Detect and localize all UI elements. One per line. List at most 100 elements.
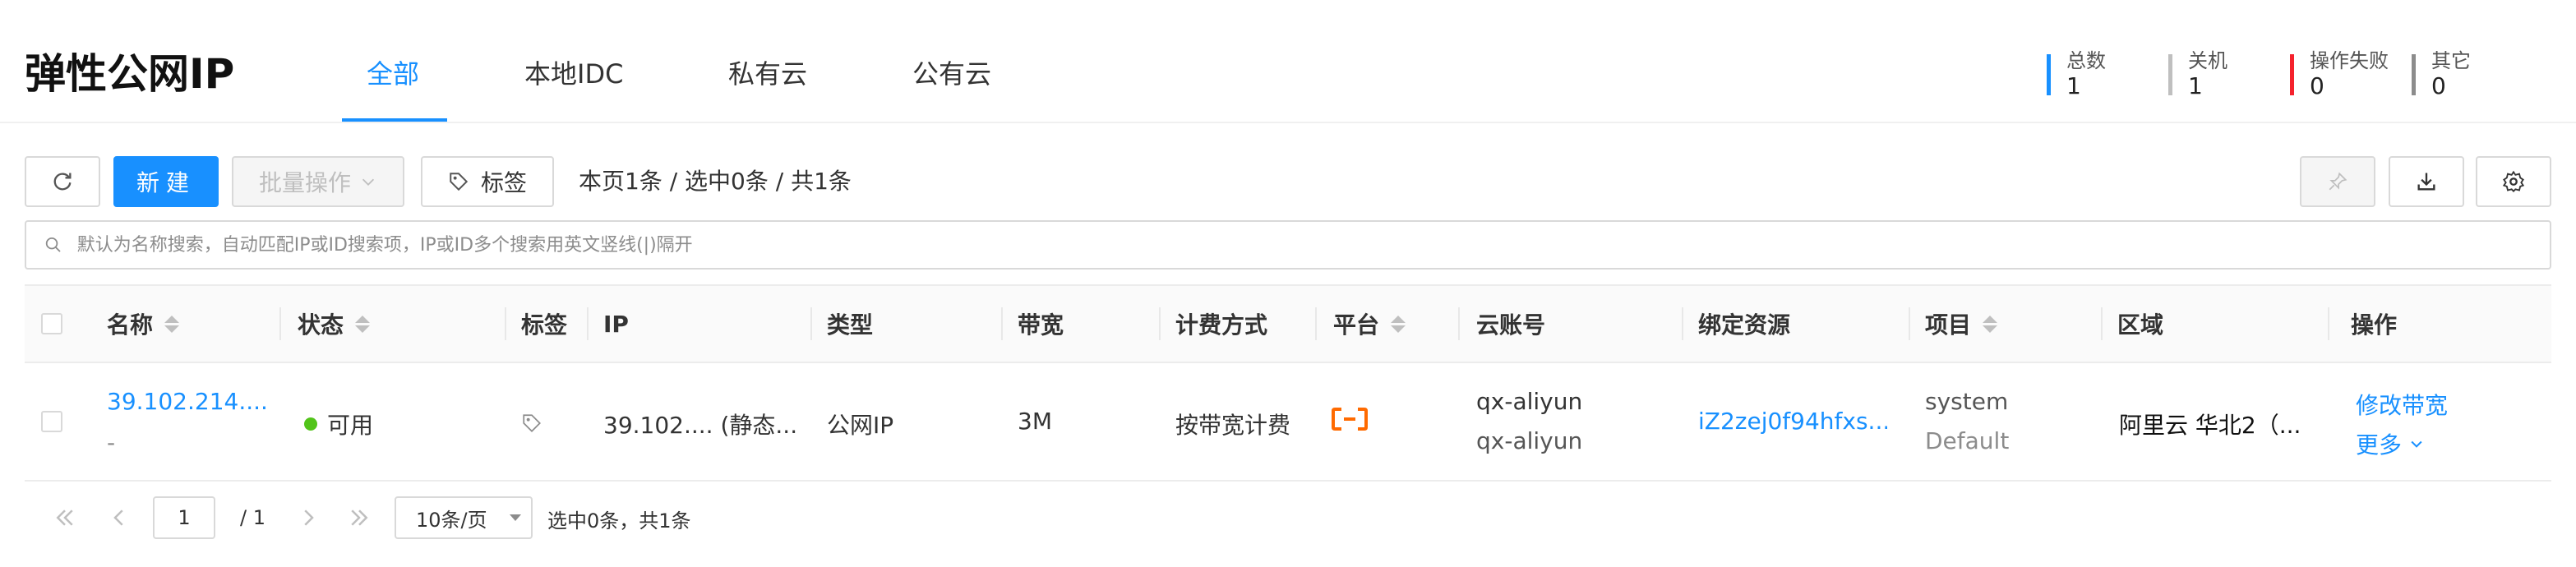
- batch-actions-label: 批量操作: [258, 169, 351, 196]
- column-name-label: 名称: [107, 311, 154, 339]
- column-bound-resource: 绑定资源: [1698, 311, 1791, 339]
- stat-failed-bar: [2290, 54, 2294, 95]
- stat-shutdown-label: 关机: [2188, 49, 2227, 72]
- row-name-link[interactable]: 39.102.214....: [107, 388, 271, 415]
- double-chevron-right-icon: [351, 509, 368, 526]
- column-actions: 操作: [2351, 311, 2398, 339]
- stat-total: 总数 1: [2047, 44, 2145, 99]
- column-project[interactable]: 项目: [1925, 286, 1998, 362]
- first-page-button[interactable]: [53, 503, 77, 539]
- settings-button[interactable]: [2476, 156, 2551, 207]
- refresh-icon: [53, 173, 72, 191]
- search-input[interactable]: [75, 233, 2550, 256]
- stat-other: 其它 0: [2412, 44, 2510, 99]
- row-project: system: [1925, 388, 2009, 415]
- selection-summary: 本页1条 / 选中0条 / 共1条: [579, 168, 852, 195]
- sort-icon[interactable]: [355, 315, 371, 333]
- column-divider: [587, 307, 589, 340]
- row-account: qx-aliyun: [1476, 388, 1583, 415]
- column-type: 类型: [827, 311, 874, 339]
- column-status[interactable]: 状态: [298, 286, 371, 362]
- column-platform[interactable]: 平台: [1333, 286, 1406, 362]
- row-checkbox[interactable]: [41, 411, 62, 432]
- stat-other-label: 其它: [2431, 49, 2471, 72]
- page-number-input[interactable]: 1: [153, 496, 215, 539]
- prev-page-button[interactable]: [107, 503, 132, 539]
- select-all-checkbox[interactable]: [41, 286, 62, 362]
- last-page-button[interactable]: [347, 503, 372, 539]
- more-actions-dropdown[interactable]: 更多: [2356, 427, 2425, 460]
- sort-icon[interactable]: [1983, 315, 1998, 333]
- row-tag-icon-wrap[interactable]: [521, 413, 542, 440]
- stat-other-bar: [2412, 54, 2416, 95]
- column-divider: [1001, 307, 1003, 340]
- column-divider: [2328, 307, 2329, 340]
- download-icon: [2417, 173, 2435, 191]
- stat-shutdown-value: 1: [2188, 72, 2203, 99]
- new-button[interactable]: 新建: [113, 156, 219, 207]
- caret-down-icon: [510, 514, 521, 521]
- column-platform-label: 平台: [1333, 311, 1380, 339]
- stat-total-value: 1: [2066, 72, 2081, 99]
- status-dot: [304, 417, 317, 431]
- batch-actions-button[interactable]: 批量操作: [232, 156, 404, 207]
- tab-local-idc[interactable]: 本地IDC: [524, 54, 623, 94]
- column-divider: [810, 307, 812, 340]
- next-page-button[interactable]: [296, 503, 321, 539]
- stat-total-bar: [2047, 54, 2051, 95]
- row-billing: 按带宽计费: [1175, 412, 1291, 439]
- chevron-down-icon: [362, 178, 375, 186]
- column-name[interactable]: 名称: [107, 286, 180, 362]
- row-account-sub: qx-aliyun: [1476, 427, 1583, 454]
- tab-public-cloud[interactable]: 公有云: [912, 54, 991, 94]
- tag-icon: [450, 173, 469, 191]
- column-divider: [1159, 307, 1161, 340]
- chevron-right-icon: [304, 509, 314, 526]
- sort-icon[interactable]: [164, 315, 180, 333]
- column-billing: 计费方式: [1175, 311, 1268, 339]
- row-bandwidth: 3M: [1018, 408, 1052, 435]
- modify-bandwidth-link[interactable]: 修改带宽: [2356, 388, 2448, 421]
- stat-failed-value: 0: [2310, 72, 2324, 99]
- column-divider: [1315, 307, 1317, 340]
- search-icon: [45, 237, 61, 252]
- aliyun-icon: [1332, 408, 1368, 431]
- column-divider: [1909, 307, 1910, 340]
- page-title: 弹性公网IP: [25, 50, 235, 98]
- column-project-label: 项目: [1925, 311, 1972, 339]
- pin-button[interactable]: [2300, 156, 2375, 207]
- column-region: 区域: [2117, 311, 2164, 339]
- tag-icon: [523, 414, 541, 432]
- gear-icon: [2502, 170, 2525, 192]
- tag-button-label: 标签: [480, 169, 527, 196]
- page-size-value: 10条/页: [416, 508, 487, 532]
- chevron-left-icon: [113, 509, 123, 526]
- download-button[interactable]: [2389, 156, 2464, 207]
- header-divider: [0, 122, 2576, 123]
- row-platform: [1332, 406, 1368, 438]
- row-status: 可用: [304, 408, 373, 440]
- refresh-button[interactable]: [25, 156, 100, 207]
- stat-other-value: 0: [2431, 72, 2446, 99]
- row-status-label: 可用: [327, 412, 374, 439]
- pagination-summary: 选中0条，共1条: [547, 509, 691, 532]
- tag-button[interactable]: 标签: [421, 156, 554, 207]
- total-pages: / 1: [240, 506, 265, 529]
- row-bound-resource-link[interactable]: iZ2zej0f94hfxs...: [1698, 408, 1887, 435]
- page-size-select[interactable]: 10条/页: [395, 496, 533, 539]
- pin-icon: [2329, 172, 2347, 191]
- tab-private-cloud[interactable]: 私有云: [728, 54, 807, 94]
- column-ip: IP: [603, 310, 629, 338]
- sort-icon[interactable]: [1391, 315, 1406, 333]
- column-status-label: 状态: [298, 311, 344, 339]
- row-ip: 39.102.... (静态...: [603, 412, 798, 439]
- row-name-sub: -: [107, 429, 116, 456]
- tab-all[interactable]: 全部: [367, 54, 419, 94]
- row-type: 公网IP: [827, 412, 894, 439]
- stat-failed-label: 操作失败: [2310, 49, 2389, 72]
- stat-total-label: 总数: [2066, 49, 2106, 72]
- search-box[interactable]: [25, 220, 2551, 270]
- column-account: 云账号: [1476, 311, 1546, 339]
- column-tags: 标签: [521, 311, 568, 339]
- column-divider: [1458, 307, 1460, 340]
